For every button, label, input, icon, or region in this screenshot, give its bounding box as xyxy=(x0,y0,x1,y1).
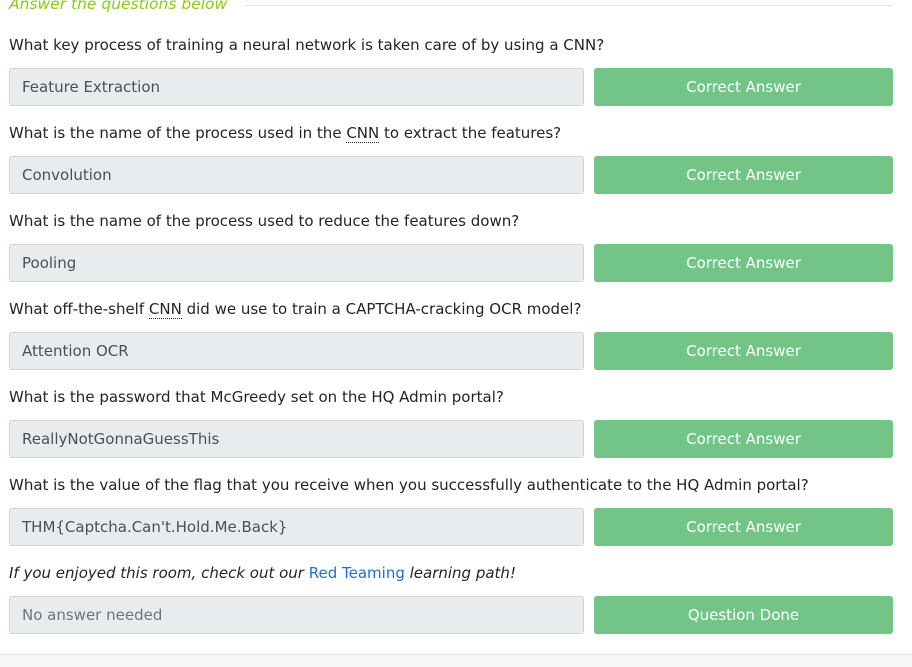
question-text: What key process of training a neural ne… xyxy=(9,36,605,54)
question-text: What is the password that McGreedy set o… xyxy=(9,388,504,406)
correct-answer-button[interactable]: Correct Answer xyxy=(594,156,893,194)
question-text: What is the name of the process used to … xyxy=(9,212,520,230)
question-text-part: What off-the-shelf xyxy=(9,300,149,318)
question-text-part: to extract the features? xyxy=(379,124,562,142)
correct-answer-button[interactable]: Correct Answer xyxy=(594,420,893,458)
red-teaming-link[interactable]: Red Teaming xyxy=(309,564,405,582)
section-header: Answer the questions below xyxy=(9,0,893,14)
answer-field[interactable]: Attention OCR xyxy=(9,332,584,370)
question-done-button[interactable]: Question Done xyxy=(594,596,893,634)
section-title: Answer the questions below xyxy=(9,0,228,13)
answer-field[interactable]: Feature Extraction xyxy=(9,68,584,106)
question-text-part: What is the name of the process used in … xyxy=(9,124,347,142)
correct-answer-button[interactable]: Correct Answer xyxy=(594,332,893,370)
questions-list: What key process of training a neural ne… xyxy=(9,28,893,644)
footer-bar xyxy=(0,654,912,667)
question-2: What is the name of the process used in … xyxy=(9,116,893,204)
answer-field[interactable]: Pooling xyxy=(9,244,584,282)
answer-field[interactable]: Convolution xyxy=(9,156,584,194)
cnn-abbreviation[interactable]: CNN xyxy=(346,124,380,143)
answer-field[interactable]: ReallyNotGonnaGuessThis xyxy=(9,420,584,458)
question-text: What is the value of the flag that you r… xyxy=(9,476,809,494)
question-text-part: learning path! xyxy=(404,564,516,582)
question-4: What off-the-shelf CNN did we use to tra… xyxy=(9,292,893,380)
correct-answer-button[interactable]: Correct Answer xyxy=(594,508,893,546)
header-divider xyxy=(245,4,893,6)
question-1: What key process of training a neural ne… xyxy=(9,28,893,116)
question-text: If you enjoyed this room, check out our … xyxy=(9,564,516,582)
question-3: What is the name of the process used to … xyxy=(9,204,893,292)
question-6: What is the value of the flag that you r… xyxy=(9,468,893,556)
question-text-part: If you enjoyed this room, check out our xyxy=(9,564,309,582)
question-text: What off-the-shelf CNN did we use to tra… xyxy=(9,300,582,319)
answer-field[interactable]: THM{Captcha.Can't.Hold.Me.Back} xyxy=(9,508,584,546)
question-text: What is the name of the process used in … xyxy=(9,124,562,143)
cnn-abbreviation[interactable]: CNN xyxy=(148,300,182,319)
correct-answer-button[interactable]: Correct Answer xyxy=(594,68,893,106)
correct-answer-button[interactable]: Correct Answer xyxy=(594,244,893,282)
question-7: If you enjoyed this room, check out our … xyxy=(9,556,893,644)
answer-field[interactable]: No answer needed xyxy=(9,596,584,634)
question-5: What is the password that McGreedy set o… xyxy=(9,380,893,468)
question-text-part: did we use to train a CAPTCHA-cracking O… xyxy=(181,300,582,318)
